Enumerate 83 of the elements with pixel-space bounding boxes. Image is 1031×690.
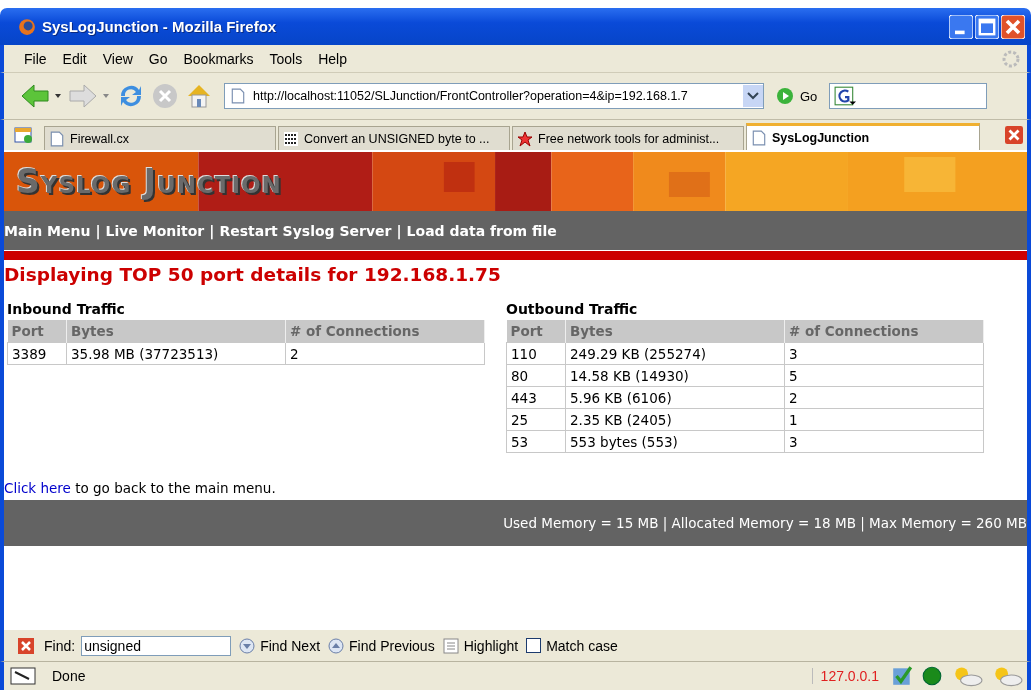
menu-item[interactable]: Help: [318, 50, 347, 67]
new-tab-icon[interactable]: [14, 126, 34, 144]
browser-tab[interactable]: Free network tools for administ...: [512, 126, 744, 150]
page-icon: [751, 130, 767, 146]
close-find-button[interactable]: [18, 637, 34, 654]
table-cell: 553 bytes (553): [565, 430, 785, 453]
browser-tab[interactable]: Firewall.cx: [44, 126, 276, 150]
table-cell: 53: [506, 430, 566, 453]
table-cell: 443: [506, 386, 566, 409]
table-cell: 1: [784, 408, 984, 431]
caret-icon[interactable]: [54, 93, 62, 99]
find-previous-button[interactable]: Find Previous: [328, 637, 435, 654]
table-cell: 5: [784, 364, 984, 387]
column-header: # of Connections: [784, 320, 984, 343]
column-header: Port: [7, 320, 67, 343]
table-cell: 80: [506, 364, 566, 387]
pen-icon: [10, 667, 36, 685]
address-field[interactable]: http://localhost:11052/SLJunction/FrontController?operation=4&ip=192.168.1.7: [224, 83, 764, 109]
browser-tab[interactable]: Convert an UNSIGNED byte to ...: [278, 126, 510, 150]
table-cell: 25: [506, 408, 566, 431]
table-cell: 3: [784, 342, 984, 365]
column-header: Port: [506, 320, 566, 343]
search-field[interactable]: [829, 83, 988, 109]
table-cell: 110: [506, 342, 566, 365]
browser-tab[interactable]: SysLogJunction: [746, 123, 980, 150]
window-title: SysLogJunction - Mozilla Firefox: [42, 18, 277, 35]
maximize-button[interactable]: [975, 14, 999, 39]
ip-address: 127.0.0.1: [811, 668, 887, 684]
column-header: Bytes: [66, 320, 286, 343]
memory-info: Used Memory = 15 MB | Allocated Memory = 18 MB | Max Memory = 260 MB: [503, 515, 1027, 531]
highlight-icon: [442, 637, 459, 654]
table-cell: 249.29 KB (255274): [565, 342, 785, 365]
table-cell: 3: [784, 430, 984, 453]
site-icon: [283, 130, 299, 147]
throbber-icon: [1001, 48, 1021, 69]
table-cell: 14.58 KB (14930): [565, 364, 785, 387]
dropdown-button[interactable]: [743, 85, 763, 107]
table-title: Outbound Traffic: [506, 301, 639, 317]
site-logo: Syslog Junction: [16, 162, 282, 201]
menu-item[interactable]: File: [24, 50, 47, 67]
nav-link[interactable]: Live Monitor: [105, 222, 205, 239]
search-engine-icon[interactable]: [834, 86, 857, 106]
separator: |: [396, 222, 402, 239]
close-tab-button[interactable]: [1005, 126, 1023, 144]
menu-item[interactable]: Bookmarks: [183, 50, 254, 67]
highlight-button[interactable]: Highlight: [442, 637, 519, 654]
nav-link[interactable]: Restart Syslog Server: [219, 222, 392, 239]
table-cell: 5.96 KB (6106): [565, 386, 785, 409]
match-case-checkbox[interactable]: Match case: [526, 637, 618, 654]
table-cell: 35.98 MB (37723513): [66, 342, 286, 365]
status-light-icon: [921, 665, 943, 687]
find-field[interactable]: unsigned: [81, 635, 232, 656]
menu-item[interactable]: Edit: [62, 50, 87, 67]
nav-link[interactable]: Main Menu: [4, 222, 91, 239]
stop-icon[interactable]: [150, 82, 180, 110]
separator: |: [95, 222, 101, 239]
status-text: Done: [52, 668, 86, 684]
table-title: Inbound Traffic: [7, 301, 126, 317]
nav-link[interactable]: Load data from file: [406, 222, 557, 239]
page-heading: Displaying TOP 50 port details for 192.168.1.75: [4, 264, 502, 285]
close-button[interactable]: [1001, 14, 1025, 39]
click-here-link[interactable]: Click here: [4, 480, 71, 496]
find-next-button[interactable]: Find Next: [239, 637, 321, 654]
column-header: Bytes: [565, 320, 785, 343]
table-cell: 2: [285, 342, 485, 365]
find-label: Find:: [44, 637, 76, 654]
checkmark-icon: [891, 665, 913, 687]
menu-item[interactable]: Go: [148, 50, 168, 67]
menu-item[interactable]: Tools: [269, 50, 303, 67]
star-icon: [517, 130, 533, 147]
go-button[interactable]: Go: [800, 88, 818, 104]
menu-item[interactable]: View: [102, 50, 133, 67]
firefox-icon: [18, 17, 36, 36]
column-header: # of Connections: [285, 320, 485, 343]
go-icon[interactable]: [776, 87, 794, 105]
table-cell: 3389: [7, 342, 67, 365]
separator: |: [209, 222, 215, 239]
back-text: to go back to the main menu.: [75, 480, 276, 496]
table-cell: 2.35 KB (2405): [565, 408, 785, 431]
page-icon: [49, 130, 65, 147]
table-cell: 2: [784, 386, 984, 409]
page-icon: [231, 88, 245, 104]
minimize-button[interactable]: [949, 14, 973, 39]
